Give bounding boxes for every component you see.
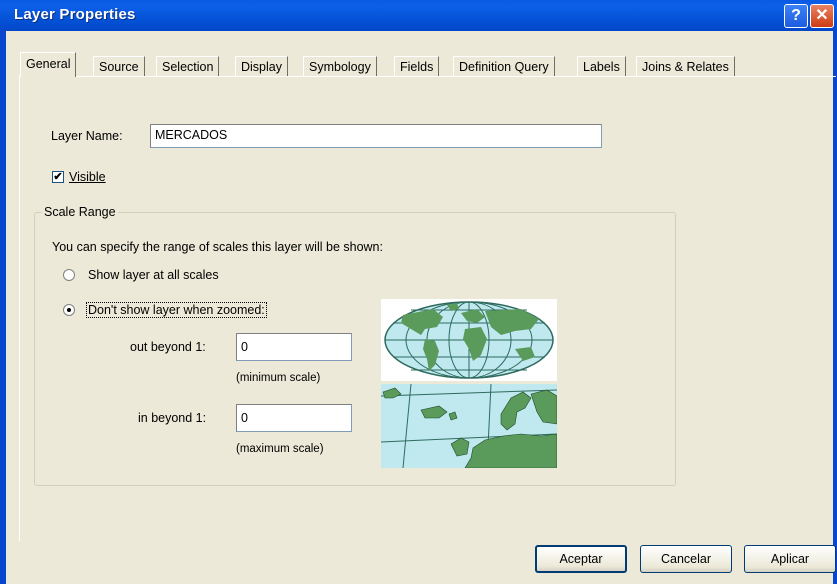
close-button[interactable]: ✕ — [810, 4, 834, 28]
cancel-button[interactable]: Cancelar — [640, 545, 732, 573]
tab-joins-relates[interactable]: Joins & Relates — [636, 56, 735, 77]
window-frame-left — [0, 31, 6, 584]
europe-map-image — [381, 384, 557, 468]
title-bar[interactable]: Layer Properties ? ✕ — [0, 0, 837, 31]
show-all-scales-radio[interactable] — [63, 269, 75, 281]
dont-show-zoomed-label[interactable]: Don't show layer when zoomed: — [86, 302, 267, 318]
layer-name-input[interactable]: MERCADOS — [150, 124, 602, 148]
visible-label: Visible — [69, 170, 106, 184]
tab-symbology[interactable]: Symbology — [303, 56, 377, 77]
radio-selected-dot — [67, 308, 71, 312]
tab-label: Joins & Relates — [642, 60, 729, 74]
tab-fields[interactable]: Fields — [394, 56, 440, 77]
ok-button[interactable]: Aceptar — [535, 545, 627, 573]
check-icon: ✔ — [53, 171, 63, 183]
in-beyond-input[interactable]: 0 — [236, 404, 352, 432]
world-map-image — [381, 299, 557, 381]
tab-general[interactable]: General — [20, 52, 77, 77]
apply-button[interactable]: Aplicar — [744, 545, 836, 573]
dont-show-zoomed-radio[interactable] — [63, 304, 75, 316]
tab-label: Source — [99, 60, 139, 74]
tab-label: Display — [241, 60, 282, 74]
in-beyond-label: in beyond 1: — [138, 411, 207, 425]
tab-label: Labels — [583, 60, 620, 74]
scale-range-title: Scale Range — [42, 205, 118, 219]
tab-source[interactable]: Source — [93, 56, 145, 77]
tab-label: Selection — [162, 60, 214, 74]
tab-definition-query[interactable]: Definition Query — [453, 56, 555, 77]
window-title: Layer Properties — [14, 6, 136, 23]
tab-selection[interactable]: Selection — [156, 56, 220, 77]
max-scale-note: (maximum scale) — [236, 443, 324, 455]
tab-labels[interactable]: Labels — [577, 56, 626, 77]
scale-range-description: You can specify the range of scales this… — [52, 240, 383, 254]
tab-display[interactable]: Display — [235, 56, 288, 77]
help-button[interactable]: ? — [784, 4, 808, 28]
min-scale-note: (minimum scale) — [236, 372, 321, 384]
europe-map-svg — [381, 384, 557, 468]
visible-checkbox[interactable]: ✔ — [52, 171, 64, 183]
tab-label: General — [26, 57, 71, 71]
tab-label: Definition Query — [459, 60, 549, 74]
close-icon: ✕ — [815, 7, 829, 24]
tab-label: Fields — [400, 60, 434, 74]
world-map-svg — [384, 301, 554, 379]
show-all-scales-label[interactable]: Show layer at all scales — [88, 268, 219, 282]
visible-label-text: Visible — [69, 170, 106, 184]
help-icon: ? — [791, 7, 801, 24]
tab-label: Symbology — [309, 60, 371, 74]
out-beyond-input[interactable]: 0 — [236, 333, 352, 361]
out-beyond-label: out beyond 1: — [130, 340, 206, 354]
layer-name-label: Layer Name: — [51, 129, 123, 143]
